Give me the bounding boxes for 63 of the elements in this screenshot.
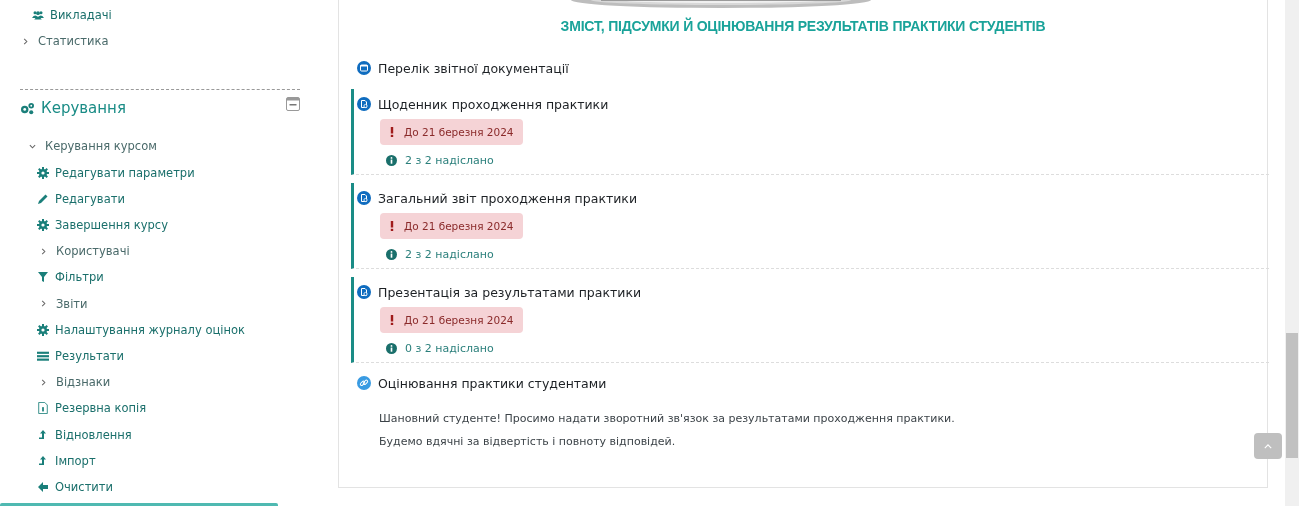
info-icon — [386, 248, 397, 260]
due-date-badge: До 21 березня 2024 — [380, 307, 523, 333]
activity-link[interactable]: Щоденник проходження практики — [378, 96, 609, 112]
activity-link[interactable]: Перелік звітної документації — [378, 60, 569, 76]
gears-icon — [20, 101, 35, 115]
due-date-badge: До 21 березня 2024 — [380, 213, 523, 239]
section-title: ЗМІСТ, ПІДСУМКИ Й ОЦІНЮВАННЯ РЕЗУЛЬТАТІВ ПРАКТИКИ СТУДЕНТІВ — [559, 18, 1047, 34]
sidebar-link[interactable]: Звіти — [56, 296, 88, 311]
arrow-left-icon — [37, 480, 49, 493]
gear-icon — [37, 219, 49, 232]
scrollbar[interactable] — [1285, 0, 1299, 506]
collapse-icon[interactable] — [286, 97, 300, 112]
assignment-icon — [357, 97, 371, 111]
pencil-icon — [37, 192, 49, 205]
due-date-badge: До 21 березня 2024 — [380, 119, 523, 145]
chevron-down-icon[interactable] — [29, 142, 36, 150]
sidebar-link[interactable]: Результати — [55, 348, 124, 363]
sidebar-link[interactable]: Керування курсом — [45, 139, 157, 154]
file-icon — [37, 402, 49, 415]
activity-link[interactable]: Презентація за результатами практики — [378, 284, 642, 300]
info-icon — [386, 154, 397, 166]
chevron-up-icon — [1264, 443, 1272, 449]
submission-status: 0 з 2 надіслано — [405, 341, 494, 355]
sidebar-link[interactable]: Користувачі — [56, 244, 130, 259]
page-icon — [357, 61, 371, 75]
chevron-right-icon[interactable] — [22, 37, 29, 45]
info-icon — [386, 342, 397, 354]
chevron-right-icon[interactable] — [40, 300, 47, 308]
upload-icon — [37, 428, 49, 441]
link-icon — [357, 376, 371, 390]
sidebar-link[interactable]: Очистити — [55, 479, 113, 494]
filter-icon — [37, 271, 49, 284]
activity-link[interactable]: Загальний звіт проходження практики — [378, 190, 638, 206]
chevron-right-icon[interactable] — [40, 247, 47, 255]
sidebar-link[interactable]: Завершення курсу — [55, 218, 168, 233]
gear-icon — [37, 323, 49, 336]
sidebar-link[interactable]: Статистика — [38, 34, 109, 49]
submission-status: 2 з 2 надіслано — [405, 153, 494, 167]
chevron-right-icon[interactable] — [40, 378, 47, 386]
sidebar-link[interactable]: Редагувати параметри — [55, 165, 195, 180]
sidebar-link[interactable]: Редагувати — [55, 191, 125, 206]
sidebar-link[interactable]: Імпорт — [55, 453, 96, 468]
scrollbar-thumb[interactable] — [1286, 333, 1298, 458]
submission-status: 2 з 2 надіслано — [405, 247, 494, 261]
exclamation-icon — [390, 315, 394, 325]
sidebar-link[interactable]: Резервна копія — [55, 401, 147, 416]
sidebar-link[interactable]: Відновлення — [55, 427, 132, 442]
sidebar-link[interactable]: Фільтри — [55, 270, 104, 285]
activity-link[interactable]: Оцінювання практики студентами — [378, 375, 607, 391]
block-title: Керування — [41, 99, 126, 118]
sidebar-link[interactable]: Налаштування журналу оцінок — [55, 322, 245, 337]
exclamation-icon — [390, 127, 394, 137]
assignment-icon — [357, 285, 371, 299]
description-text: Шановний студенте! Просимо надати зворотний зв'язок за результатами проходження практики. — [379, 412, 955, 425]
sidebar-link[interactable]: Викладачі — [50, 8, 112, 23]
exclamation-icon — [390, 221, 394, 231]
assignment-icon — [357, 191, 371, 205]
users-icon — [32, 9, 44, 22]
table-icon — [37, 349, 49, 362]
sidebar-link[interactable]: Відзнаки — [56, 375, 111, 390]
description-text: Будемо вдячні за відвертість і повноту відповідей. — [379, 435, 676, 448]
upload-icon — [37, 454, 49, 467]
gear-icon — [37, 166, 49, 179]
